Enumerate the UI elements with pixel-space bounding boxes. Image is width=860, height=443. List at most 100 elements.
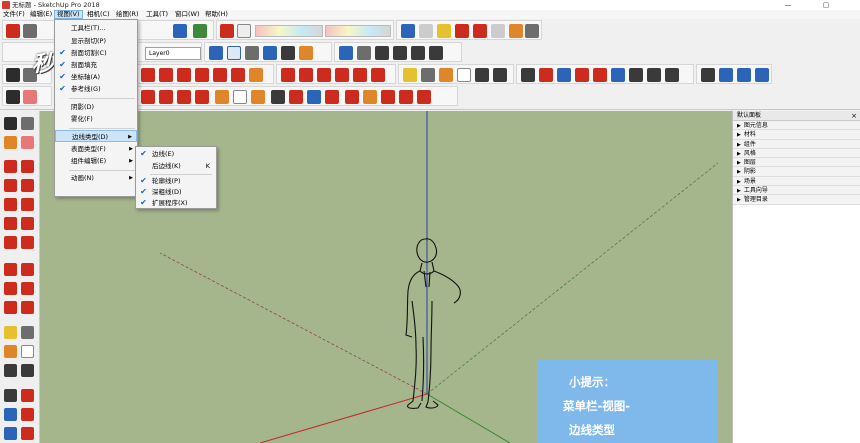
extension-tool-icon[interactable] xyxy=(381,90,395,104)
line-palette-icon[interactable] xyxy=(4,160,17,173)
textured-icon[interactable] xyxy=(281,46,295,60)
axes-palette-icon[interactable] xyxy=(4,364,17,377)
tray-item-scenes[interactable]: ▶ 场景 xyxy=(733,176,860,187)
maximize-button[interactable]: ▢ xyxy=(812,0,840,10)
layer-select[interactable]: Layer0 xyxy=(145,47,201,60)
follow-me-icon[interactable] xyxy=(335,68,349,82)
push-pull-palette-icon[interactable] xyxy=(21,263,34,276)
view-menu-item-section-fill[interactable]: ✔ 剖面填充 xyxy=(55,59,137,71)
tray-item-styles[interactable]: ▶ 风格 xyxy=(733,148,860,159)
view-menu-item-component-edit[interactable]: 组件编辑(E) ▶ xyxy=(55,155,137,167)
polygon-palette-icon[interactable] xyxy=(21,198,34,211)
text-icon[interactable] xyxy=(457,68,471,82)
extensions-manager-icon[interactable] xyxy=(417,90,431,104)
pencil-icon[interactable] xyxy=(249,68,263,82)
zoom-icon[interactable] xyxy=(557,68,571,82)
view-menu-item-shadows[interactable]: 阴影(D) xyxy=(55,101,137,113)
section-fill-icon[interactable] xyxy=(755,68,769,82)
scale-icon[interactable] xyxy=(353,68,367,82)
monochrome-icon[interactable] xyxy=(299,46,313,60)
warehouse-tool-icon[interactable] xyxy=(345,90,359,104)
circle-palette-icon[interactable] xyxy=(4,198,17,211)
eraser-icon[interactable] xyxy=(193,24,207,38)
view-menu-item-section-planes[interactable]: 显示剖切(P) xyxy=(55,35,137,47)
edge-menu-item-edges[interactable]: ✔ 边线(E) xyxy=(136,148,216,160)
view-menu-item-section-cuts[interactable]: ✔ 剖面切割(C) xyxy=(55,47,137,59)
zoom-window-icon[interactable] xyxy=(575,68,589,82)
tape-tool-icon[interactable] xyxy=(215,90,229,104)
two-point-arc-palette-icon[interactable] xyxy=(21,217,34,230)
select-palette-icon[interactable] xyxy=(4,117,17,130)
text-palette-icon[interactable] xyxy=(21,345,34,358)
minimize-button[interactable]: — xyxy=(774,0,802,10)
right-view-icon[interactable] xyxy=(393,46,407,60)
offset-icon[interactable] xyxy=(371,68,385,82)
shaded-icon[interactable] xyxy=(263,46,277,60)
edge-menu-item-back-edges[interactable]: 后边线(K) K xyxy=(136,160,216,172)
layout-tool-icon[interactable] xyxy=(399,90,413,104)
menu-edit[interactable]: 编辑(E) xyxy=(28,10,54,19)
view-menu-item-axes[interactable]: ✔ 坐标轴(A) xyxy=(55,71,137,83)
top-view-icon[interactable] xyxy=(357,46,371,60)
ruby-icon[interactable] xyxy=(455,24,469,38)
walk-icon[interactable] xyxy=(665,68,679,82)
protractor-palette-icon[interactable] xyxy=(4,345,17,358)
new-file-icon[interactable] xyxy=(6,24,20,38)
extension-warehouse-icon[interactable] xyxy=(437,24,451,38)
zoom-extents-icon[interactable] xyxy=(593,68,607,82)
view-menu-item-toolbars[interactable]: 工具栏(T)... xyxy=(55,22,137,34)
display-section-planes-icon[interactable] xyxy=(719,68,733,82)
position-camera-icon[interactable] xyxy=(629,68,643,82)
zoom-tool-icon[interactable] xyxy=(307,90,321,104)
menu-tools[interactable]: 工具(T) xyxy=(144,10,170,19)
menu-help[interactable]: 帮助(H) xyxy=(203,10,230,19)
paint-palette-icon[interactable] xyxy=(4,136,17,149)
settings-icon[interactable] xyxy=(525,24,539,38)
zoom-window-palette-icon[interactable] xyxy=(21,408,34,421)
tape-palette-icon[interactable] xyxy=(4,326,17,339)
orbit-palette-icon[interactable] xyxy=(4,389,17,402)
push-pull-icon[interactable] xyxy=(299,68,313,82)
look-around-icon[interactable] xyxy=(647,68,661,82)
xray-icon[interactable] xyxy=(209,46,223,60)
tape-measure-icon[interactable] xyxy=(403,68,417,82)
paint-bucket-icon[interactable] xyxy=(173,24,187,38)
section-plane-icon[interactable] xyxy=(701,68,715,82)
view-menu-item-guides[interactable]: ✔ 参考线(G) xyxy=(55,83,137,95)
warehouse-icon[interactable] xyxy=(401,24,415,38)
paint-tool-icon[interactable] xyxy=(251,90,265,104)
polygon-icon[interactable] xyxy=(177,68,191,82)
pan-icon[interactable] xyxy=(539,68,553,82)
protractor-icon[interactable] xyxy=(439,68,453,82)
scale-tool-icon[interactable] xyxy=(195,90,209,104)
text-tool-icon[interactable] xyxy=(233,90,247,104)
pan-tool-icon[interactable] xyxy=(289,90,303,104)
back-view-icon[interactable] xyxy=(411,46,425,60)
push-pull-tool-icon[interactable] xyxy=(141,90,155,104)
menu-camera[interactable]: 相机(C) xyxy=(85,10,112,19)
freehand-palette-icon[interactable] xyxy=(21,160,34,173)
front-view-icon[interactable] xyxy=(375,46,389,60)
face-style-icon[interactable] xyxy=(237,24,251,38)
rotated-rect-palette-icon[interactable] xyxy=(21,179,34,192)
zoom-extents-palette-icon[interactable] xyxy=(21,427,34,440)
orbit-icon[interactable] xyxy=(521,68,535,82)
eraser-tool-icon[interactable] xyxy=(23,90,37,104)
axes-icon[interactable] xyxy=(475,68,489,82)
menu-draw[interactable]: 绘图(R) xyxy=(114,10,141,19)
component-icon[interactable] xyxy=(473,24,487,38)
freehand-icon[interactable] xyxy=(231,68,245,82)
rotate-tool-icon[interactable] xyxy=(177,90,191,104)
3d-text-icon[interactable] xyxy=(493,68,507,82)
scale-palette-icon[interactable] xyxy=(4,301,17,314)
person-figure[interactable] xyxy=(405,238,461,409)
tray-close-icon[interactable]: × xyxy=(851,111,857,121)
offset-palette-icon[interactable] xyxy=(21,301,34,314)
iso-view-icon[interactable] xyxy=(339,46,353,60)
tray-item-components[interactable]: ▶ 组件 xyxy=(733,139,860,149)
view-menu-item-animation[interactable]: 动画(N) ▶ xyxy=(55,172,137,184)
follow-me-palette-icon[interactable] xyxy=(21,282,34,295)
arc-icon[interactable] xyxy=(195,68,209,82)
open-icon[interactable] xyxy=(23,24,37,38)
component-palette-icon[interactable] xyxy=(21,117,34,130)
